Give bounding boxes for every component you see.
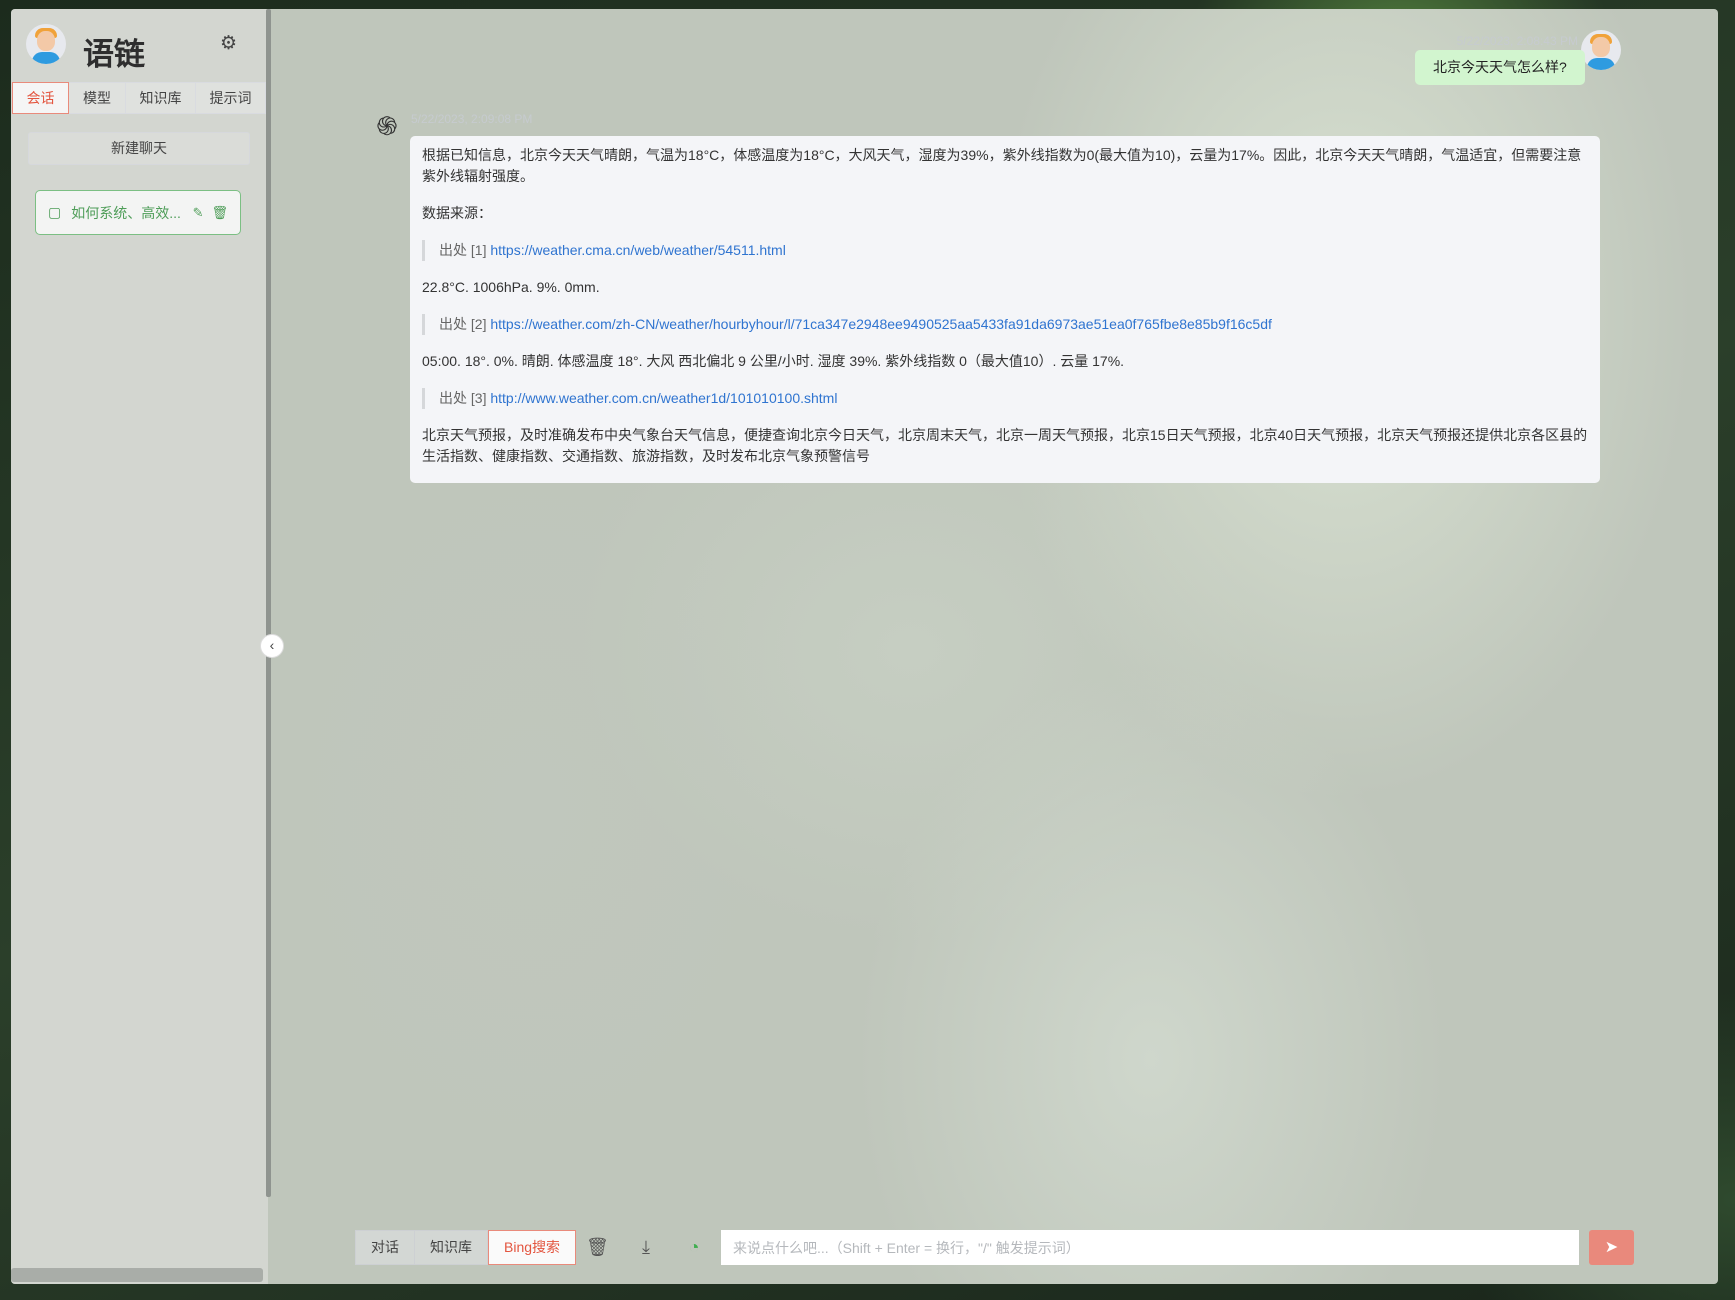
source-prefix: 出处 [2] <box>439 316 487 332</box>
app-window: 语链 ⚙ 会话 模型 知识库 提示词 新建聊天 ▢ 如何系统、高效... ✎ 🗑… <box>11 9 1718 1284</box>
conversation-item[interactable]: ▢ 如何系统、高效... ✎ 🗑︎ <box>35 190 241 235</box>
source-snippet-1: 22.8°C. 1006hPa. 9%. 0mm. <box>422 279 600 295</box>
user-message-bubble: 北京今天天气怎么样? <box>1415 50 1585 85</box>
sidebar: 语链 ⚙ 会话 模型 知识库 提示词 新建聊天 ▢ 如何系统、高效... ✎ 🗑… <box>11 9 268 1284</box>
download-icon[interactable]: ⤓ <box>635 1236 657 1258</box>
app-title: 语链 <box>83 37 145 72</box>
chevron-left-icon: ‹ <box>269 637 275 653</box>
mode-knowledge-base-button[interactable]: 知识库 <box>415 1230 488 1265</box>
answer-paragraph: 根据已知信息，北京今天天气晴朗，气温为18°C，体感温度为18°C，大风天气，湿… <box>422 147 1582 184</box>
source-link-1[interactable]: https://weather.cma.cn/web/weather/54511… <box>490 242 785 258</box>
source-quote-1: 出处 [1] https://weather.cma.cn/web/weathe… <box>422 240 1588 261</box>
message-input[interactable] <box>721 1230 1579 1265</box>
whatsapp-icon[interactable]: ◔ <box>683 1236 705 1258</box>
bot-message-timestamp: 5/22/2023, 2:09:08 PM <box>411 112 533 126</box>
mode-bing-search-button[interactable]: Bing搜索 <box>488 1230 577 1265</box>
sidebar-vertical-scrollbar[interactable] <box>266 9 271 1197</box>
tab-knowledge-base[interactable]: 知识库 <box>126 82 196 114</box>
gear-icon[interactable]: ⚙ <box>220 34 238 53</box>
openai-logo-icon: ֍ <box>376 111 398 141</box>
source-quote-3: 出处 [3] http://www.weather.com.cn/weather… <box>422 388 1588 409</box>
user-message-timestamp: 5/22/2023, 2:08:43 PM <box>1456 34 1578 48</box>
mode-chat-button[interactable]: 对话 <box>355 1230 415 1265</box>
collapse-sidebar-button[interactable]: ‹ <box>260 634 284 658</box>
mode-selector: 对话 知识库 Bing搜索 <box>355 1230 577 1265</box>
trash-icon[interactable]: 🗑︎ <box>211 205 228 221</box>
source-quote-2: 出处 [2] https://weather.com/zh-CN/weather… <box>422 314 1588 335</box>
bot-message-bubble: 根据已知信息，北京今天天气晴朗，气温为18°C，体感温度为18°C，大风天气，湿… <box>410 136 1600 483</box>
tab-prompts[interactable]: 提示词 <box>196 82 266 114</box>
user-avatar <box>26 24 66 64</box>
new-chat-button[interactable]: 新建聊天 <box>28 132 250 165</box>
edit-icon[interactable]: ✎ <box>193 205 204 221</box>
source-snippet-3: 北京天气预报，及时准确发布中央气象台天气信息，便捷查询北京今日天气，北京周末天气… <box>422 427 1588 464</box>
sidebar-tabs: 会话 模型 知识库 提示词 <box>12 82 266 114</box>
trash-icon[interactable]: 🗑︎ <box>586 1236 609 1258</box>
sources-label: 数据来源： <box>422 205 492 221</box>
conversation-label: 如何系统、高效... <box>71 204 181 221</box>
tab-conversation[interactable]: 会话 <box>12 82 69 114</box>
user-message-avatar <box>1581 30 1621 70</box>
send-icon: ➤ <box>1604 1239 1619 1256</box>
chat-bubble-icon: ▢ <box>48 204 62 220</box>
source-link-2[interactable]: https://weather.com/zh-CN/weather/hourby… <box>490 316 1272 332</box>
sidebar-horizontal-scrollbar[interactable] <box>11 1268 263 1282</box>
source-snippet-2: 05:00. 18°. 0%. 晴朗. 体感温度 18°. 大风 西北偏北 9 … <box>422 353 1125 369</box>
source-prefix: 出处 [1] <box>439 242 487 258</box>
tab-model[interactable]: 模型 <box>69 82 126 114</box>
source-prefix: 出处 [3] <box>439 390 487 406</box>
source-link-3[interactable]: http://www.weather.com.cn/weather1d/1010… <box>490 390 837 406</box>
send-button[interactable]: ➤ <box>1589 1230 1634 1265</box>
